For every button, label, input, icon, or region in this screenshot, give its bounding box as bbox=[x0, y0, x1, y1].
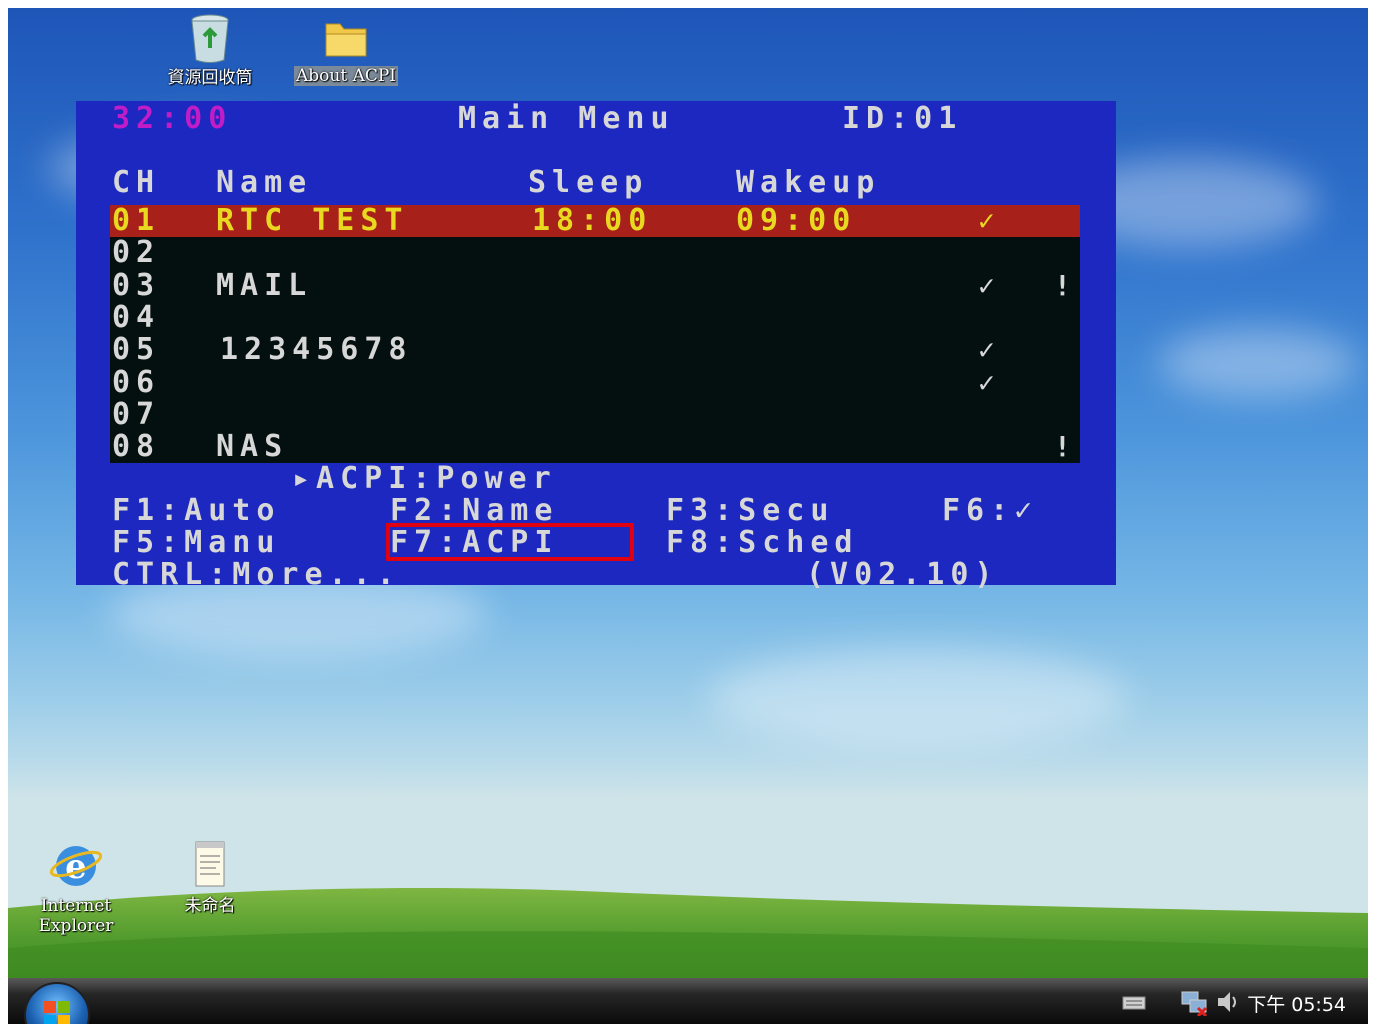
channel-row[interactable] bbox=[110, 334, 1080, 366]
channel-row[interactable] bbox=[110, 270, 1080, 302]
about-acpi-folder[interactable]: About ACPI bbox=[286, 16, 406, 86]
internet-explorer-label: Internet Explorer bbox=[38, 896, 114, 936]
network-icon[interactable] bbox=[1180, 988, 1210, 1016]
notepad-document-icon bbox=[195, 841, 225, 887]
acpi-status: ▸ACPI:Power bbox=[292, 461, 557, 496]
header-name: Name bbox=[216, 165, 313, 200]
channel-row[interactable] bbox=[110, 399, 1080, 431]
osd-timer: 32:00 bbox=[112, 101, 233, 136]
volume-icon[interactable] bbox=[1214, 988, 1242, 1016]
keyboard-icon[interactable] bbox=[1122, 994, 1146, 1012]
key-f3-secu[interactable]: F3:Secu bbox=[666, 495, 834, 527]
internet-explorer-icon: e bbox=[49, 846, 103, 887]
desktop: 資源回收筒 About ACPI e Internet Explorer 未命名… bbox=[8, 8, 1368, 1024]
kvm-osd-main-menu: 32:00 Main Menu ID:01 CH Name Sleep Wake… bbox=[76, 101, 1116, 591]
about-acpi-label: About ACPI bbox=[293, 66, 399, 86]
f7-acpi-highlight-box bbox=[386, 523, 634, 561]
notepad-document-shortcut[interactable]: 未命名 bbox=[150, 838, 270, 916]
notepad-document-label: 未命名 bbox=[184, 896, 236, 916]
recycle-bin-icon bbox=[191, 14, 229, 63]
key-f6-check[interactable]: F6:✓ bbox=[942, 495, 1038, 527]
taskbar: 下午 05:54 bbox=[8, 978, 1368, 1024]
osd-title: Main Menu bbox=[458, 101, 675, 136]
key-f5-manu[interactable]: F5:Manu bbox=[112, 527, 280, 559]
channel-row[interactable] bbox=[110, 302, 1080, 334]
recycle-bin-shortcut[interactable]: 資源回收筒 bbox=[150, 12, 270, 88]
header-wakeup: Wakeup bbox=[736, 165, 881, 200]
recycle-bin-label: 資源回收筒 bbox=[167, 68, 253, 88]
start-button[interactable] bbox=[24, 982, 90, 1024]
channel-row[interactable] bbox=[110, 237, 1080, 269]
key-f1-auto[interactable]: F1:Auto bbox=[112, 495, 280, 527]
header-ch: CH bbox=[112, 165, 161, 200]
channel-row[interactable] bbox=[110, 205, 1080, 237]
internet-explorer-shortcut[interactable]: e Internet Explorer bbox=[16, 838, 136, 936]
folder-icon bbox=[325, 23, 367, 57]
windows-logo-icon bbox=[44, 1001, 70, 1024]
channel-row[interactable] bbox=[110, 367, 1080, 399]
channel-row[interactable] bbox=[110, 431, 1080, 463]
taskbar-clock[interactable]: 下午 05:54 bbox=[1247, 990, 1346, 1017]
osd-id: ID:01 bbox=[842, 101, 963, 136]
osd-version: (V02.10) bbox=[806, 557, 999, 592]
key-f8-sched[interactable]: F8:Sched bbox=[666, 527, 859, 559]
header-sleep: Sleep bbox=[528, 165, 649, 200]
key-ctrl-more[interactable]: CTRL:More... bbox=[112, 559, 401, 591]
